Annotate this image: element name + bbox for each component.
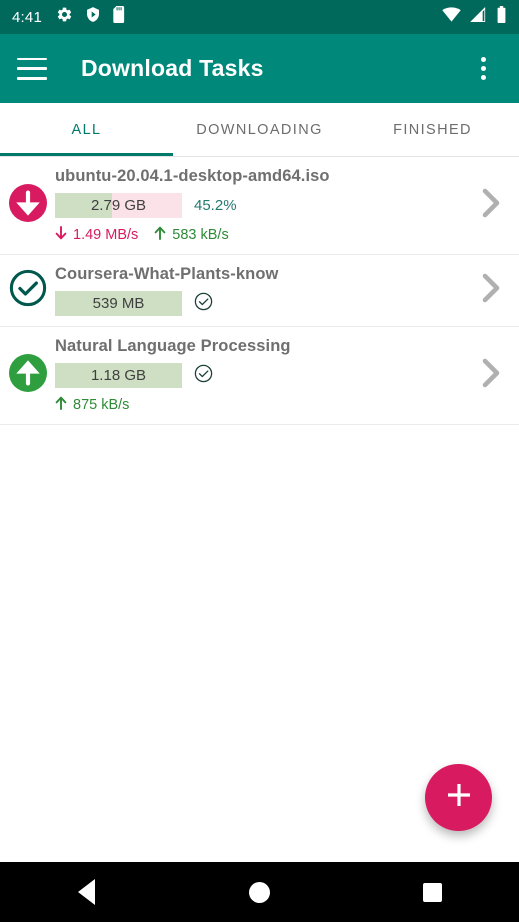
overflow-menu-icon[interactable] [481, 57, 486, 80]
android-navigation-bar [0, 862, 519, 922]
upload-speed: 875 kB/s [55, 396, 129, 414]
tab-active-indicator [0, 153, 173, 156]
arrow-up-icon [55, 396, 67, 414]
status-right-icons [442, 6, 507, 28]
completed-check-icon [194, 292, 213, 316]
arrow-up-icon [154, 226, 166, 244]
chevron-right-icon [480, 272, 502, 309]
progress-bar: 1.18 GB [55, 363, 182, 388]
recents-button[interactable] [393, 862, 473, 922]
gear-icon [56, 6, 73, 28]
upload-speed: 583 kB/s [154, 226, 229, 244]
page-title: Download Tasks [81, 55, 264, 81]
download-speed-value: 1.49 MB/s [73, 227, 139, 243]
tab-downloading[interactable]: DOWNLOADING [173, 103, 346, 156]
add-task-button[interactable] [425, 764, 492, 831]
progress-bar: 539 MB [55, 291, 182, 316]
home-icon [249, 881, 270, 903]
battery-icon [496, 6, 507, 28]
upload-speed-value: 583 kB/s [172, 227, 229, 243]
upload-circle-icon [8, 354, 47, 397]
task-open-chevron[interactable] [463, 357, 519, 394]
task-status-icon-wrap [0, 269, 55, 312]
progress-bar: 2.79 GB [55, 193, 182, 218]
task-list: ubuntu-20.04.1-desktop-amd64.iso 2.79 GB… [0, 157, 519, 425]
task-title: Natural Language Processing [55, 337, 291, 355]
task-size: 1.18 GB [90, 367, 147, 384]
shield-play-icon [85, 6, 101, 28]
home-button[interactable] [220, 862, 300, 922]
tab-all[interactable]: ALL [0, 103, 173, 156]
wifi-icon [442, 7, 461, 27]
task-speeds: 875 kB/s [55, 396, 455, 414]
table-row[interactable]: Coursera-What-Plants-know 539 MB [0, 255, 519, 327]
status-left-icons [56, 6, 442, 28]
task-status-icon-wrap [0, 184, 55, 227]
task-progress-row: 539 MB [55, 291, 455, 316]
status-bar: 4:41 [0, 0, 519, 34]
app-bar: Download Tasks [0, 34, 519, 103]
task-size: 2.79 GB [90, 197, 147, 214]
task-open-chevron[interactable] [463, 187, 519, 224]
download-speed: 1.49 MB/s [55, 226, 138, 244]
task-body: ubuntu-20.04.1-desktop-amd64.iso 2.79 GB… [55, 167, 463, 244]
back-button[interactable] [47, 862, 127, 922]
task-size: 539 MB [92, 295, 145, 312]
task-status-icon-wrap [0, 354, 55, 397]
completed-check-icon [194, 364, 213, 388]
table-row[interactable]: Natural Language Processing 1.18 GB 875 … [0, 327, 519, 425]
table-row[interactable]: ubuntu-20.04.1-desktop-amd64.iso 2.79 GB… [0, 157, 519, 255]
sd-card-icon [113, 6, 126, 28]
task-open-chevron[interactable] [463, 272, 519, 309]
task-progress-row: 2.79 GB 45.2% [55, 193, 455, 218]
plus-icon [444, 780, 474, 815]
back-icon [78, 879, 95, 905]
hamburger-icon[interactable] [17, 57, 47, 80]
task-title: Coursera-What-Plants-know [55, 265, 279, 283]
tab-finished[interactable]: FINISHED [346, 103, 519, 156]
status-time: 4:41 [12, 8, 42, 26]
recents-icon [423, 882, 442, 902]
tab-bar: ALL DOWNLOADING FINISHED [0, 103, 519, 157]
arrow-down-icon [55, 226, 67, 244]
download-circle-icon [8, 184, 47, 227]
task-title: ubuntu-20.04.1-desktop-amd64.iso [55, 167, 330, 185]
task-speeds: 1.49 MB/s 583 kB/s [55, 226, 455, 244]
task-progress-row: 1.18 GB [55, 363, 455, 388]
task-body: Natural Language Processing 1.18 GB 875 … [55, 337, 463, 414]
progress-percent: 45.2% [194, 197, 237, 214]
task-body: Coursera-What-Plants-know 539 MB [55, 265, 463, 316]
chevron-right-icon [480, 357, 502, 394]
cell-signal-icon [470, 7, 487, 27]
upload-speed-value: 875 kB/s [73, 397, 130, 413]
check-circle-outline-icon [9, 269, 47, 312]
chevron-right-icon [480, 187, 502, 224]
